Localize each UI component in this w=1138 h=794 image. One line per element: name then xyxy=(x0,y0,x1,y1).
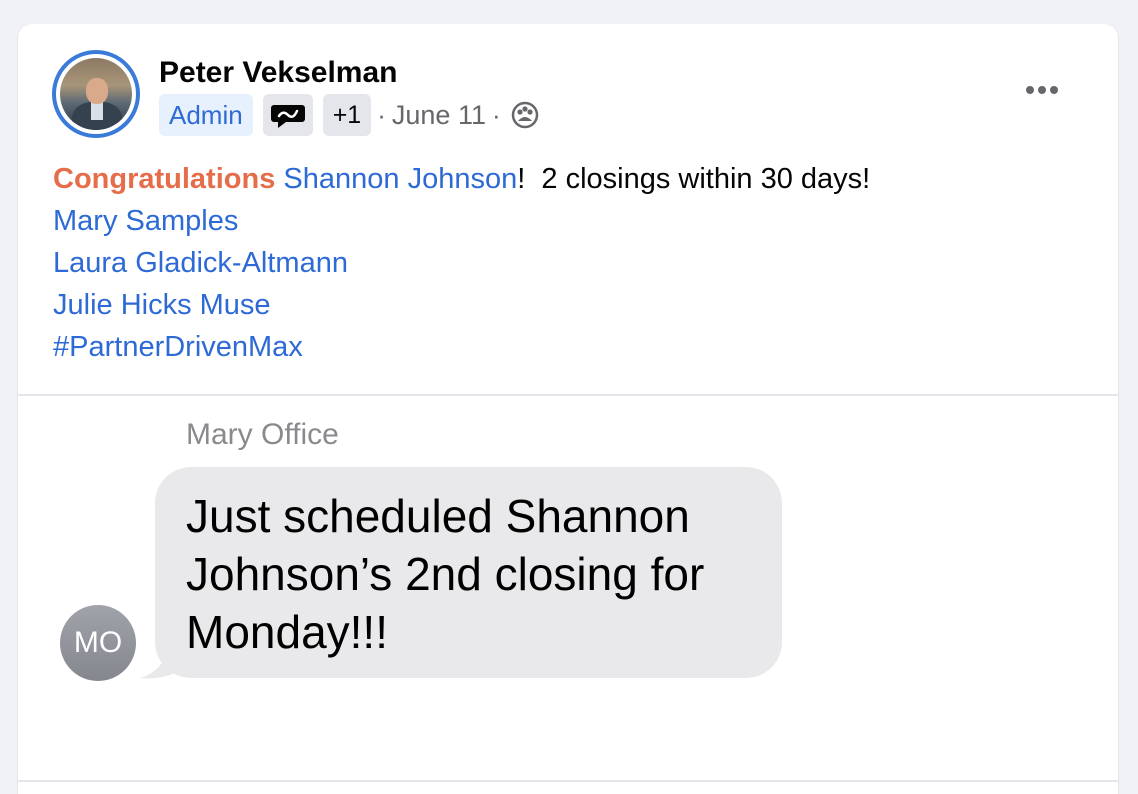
post-meta: Admin +1 · June 11 · xyxy=(159,94,539,136)
author-name[interactable]: Peter Vekselman xyxy=(159,56,398,90)
more-badges-count[interactable]: +1 xyxy=(322,94,372,136)
mention-mary-samples[interactable]: Mary Samples xyxy=(53,200,870,242)
congrats-word: Congratulations xyxy=(53,163,276,195)
chat-bubble-badge-icon[interactable] xyxy=(262,94,313,136)
mention-julie-hicks-muse[interactable]: Julie Hicks Muse xyxy=(53,284,870,326)
post-card: Peter Vekselman Admin +1 · June 11 · Con… xyxy=(18,24,1118,794)
author-avatar[interactable] xyxy=(52,50,140,138)
author-avatar-photo xyxy=(60,58,132,130)
post-text-line-1-rest: ! 2 closings within 30 days! xyxy=(517,163,871,195)
sender-avatar: MO xyxy=(60,605,136,681)
message-sender-name: Mary Office xyxy=(186,418,339,451)
post-text: Congratulations Shannon Johnson! 2 closi… xyxy=(53,158,870,368)
admin-badge[interactable]: Admin xyxy=(159,94,253,136)
post-date[interactable]: June 11 xyxy=(392,100,486,131)
group-privacy-icon[interactable] xyxy=(511,101,539,129)
post-text-line-1: Congratulations Shannon Johnson! 2 closi… xyxy=(53,158,870,200)
divider xyxy=(18,780,1118,782)
hashtag-partnerdrivenmax[interactable]: #PartnerDrivenMax xyxy=(53,326,870,368)
divider xyxy=(18,394,1118,396)
more-options-icon[interactable] xyxy=(1018,76,1066,104)
mention-laura-gladick-altmann[interactable]: Laura Gladick-Altmann xyxy=(53,242,870,284)
meta-separator: · xyxy=(491,99,501,130)
message-text: Just scheduled Shannon Johnson’s 2nd clo… xyxy=(186,490,705,658)
mention-shannon-johnson[interactable]: Shannon Johnson xyxy=(283,163,517,195)
meta-separator: · xyxy=(377,99,386,130)
